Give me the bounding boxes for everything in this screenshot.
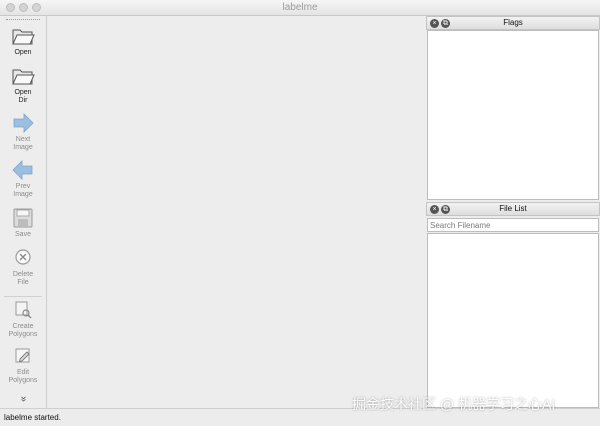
image-canvas[interactable] <box>48 16 426 408</box>
left-toolbar: Open Open Dir Next Image Prev Image Save <box>0 16 47 408</box>
file-list-dock-header: × ⧉ File List <box>426 202 600 216</box>
status-text: labelme started. <box>4 413 61 422</box>
open-label: Open <box>14 49 32 56</box>
create-polygon-icon <box>15 301 32 319</box>
flags-list[interactable] <box>427 30 599 200</box>
create-polygons-label: Create Polygons <box>8 323 38 338</box>
toolbar-expand-icon[interactable]: » <box>17 390 29 408</box>
prev-image-label: Prev Image <box>13 183 33 198</box>
folder-open-icon <box>12 29 35 45</box>
create-polygons-button[interactable]: Create Polygons <box>0 298 46 339</box>
edit-polygons-label: Edit Polygons <box>8 369 38 384</box>
open-dir-button[interactable]: Open Dir <box>0 64 46 105</box>
save-button[interactable]: Save <box>0 206 46 239</box>
toolbar-grip[interactable] <box>6 19 40 20</box>
prev-image-button[interactable]: Prev Image <box>0 158 46 199</box>
arrow-right-icon <box>13 113 34 133</box>
arrow-left-icon <box>12 160 33 180</box>
file-list-dock: × ⧉ File List <box>426 202 600 408</box>
edit-polygons-button[interactable]: Edit Polygons <box>0 344 46 385</box>
watermark: 掘金技术社区 @ 机器学习之心AI <box>352 396 556 412</box>
open-dir-label: Open Dir <box>14 89 32 104</box>
flags-dock: × ⧉ Flags <box>426 16 600 200</box>
file-list-title: File List <box>499 204 527 213</box>
file-list[interactable] <box>427 233 599 408</box>
flags-dock-header: × ⧉ Flags <box>426 16 600 30</box>
window-title: labelme <box>282 2 318 13</box>
next-image-label: Next Image <box>13 136 33 151</box>
search-filename-input[interactable] <box>427 218 599 232</box>
delete-file-button[interactable]: Delete File <box>0 246 46 287</box>
title-bar: labelme <box>0 0 600 16</box>
delete-circle-icon <box>15 249 31 265</box>
edit-pencil-icon <box>15 348 30 363</box>
delete-file-label: Delete File <box>12 271 34 286</box>
toolbar-separator <box>4 296 42 297</box>
folder-open-icon <box>12 69 35 85</box>
floppy-disk-icon <box>13 208 33 228</box>
flags-title: Flags <box>503 18 523 27</box>
next-image-button[interactable]: Next Image <box>0 111 46 152</box>
open-button[interactable]: Open <box>0 24 46 57</box>
save-label: Save <box>15 231 31 238</box>
